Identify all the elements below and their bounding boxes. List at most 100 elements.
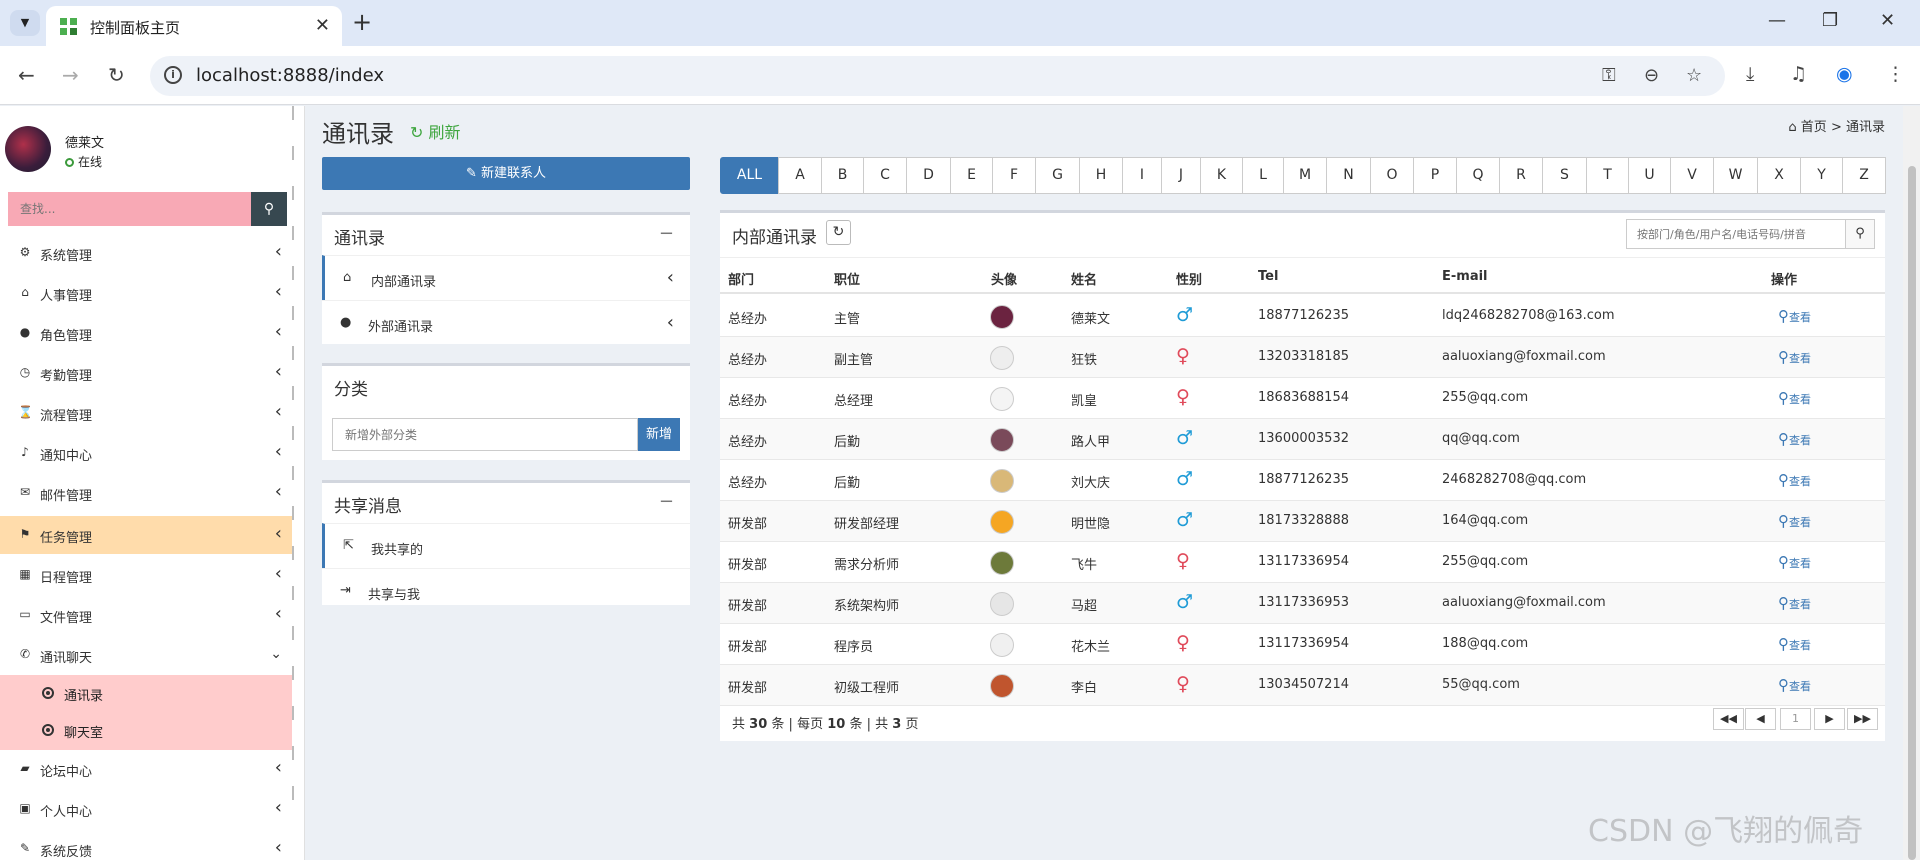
- letter-filter-f[interactable]: F: [992, 157, 1036, 194]
- browser-tab[interactable]: 控制面板主页 ✕: [46, 6, 342, 46]
- more-menu-icon[interactable]: ⋮: [1886, 63, 1905, 85]
- view-link[interactable]: ⚲查看: [1778, 430, 1811, 448]
- restore-icon[interactable]: ❐: [1822, 10, 1838, 31]
- prev-page-icon[interactable]: ◀: [1745, 708, 1776, 730]
- letter-filter-o[interactable]: O: [1370, 157, 1414, 194]
- my-shared-item[interactable]: ⇱ 我共享的: [322, 523, 690, 568]
- scrollbar-thumb[interactable]: [1908, 166, 1916, 860]
- sidebar-item-files[interactable]: ▭ 文件管理 ‹: [0, 596, 292, 634]
- external-contacts-item[interactable]: ● 外部通讯录 ‹: [322, 300, 690, 345]
- view-link[interactable]: ⚲查看: [1778, 389, 1811, 407]
- letter-filter-v[interactable]: V: [1670, 157, 1714, 194]
- view-link[interactable]: ⚲查看: [1778, 635, 1811, 653]
- breadcrumb-home[interactable]: 首页: [1801, 120, 1827, 135]
- sidebar-item-personal[interactable]: ▣ 个人中心 ‹: [0, 790, 292, 828]
- shared-with-me-item[interactable]: ⇥ 共享与我: [322, 568, 690, 606]
- letter-filter-x[interactable]: X: [1757, 157, 1801, 194]
- current-page[interactable]: 1: [1780, 708, 1811, 730]
- back-icon[interactable]: ←: [18, 63, 35, 87]
- minimize-icon[interactable]: —: [1768, 10, 1786, 31]
- letter-filter-r[interactable]: R: [1499, 157, 1543, 194]
- view-link[interactable]: ⚲查看: [1778, 471, 1811, 489]
- sidebar-item-tasks[interactable]: ⚑ 任务管理 ‹: [0, 516, 292, 554]
- letter-filter-a[interactable]: A: [778, 157, 822, 194]
- tab-search-button[interactable]: ▼: [10, 10, 40, 36]
- letter-filter-p[interactable]: P: [1413, 157, 1457, 194]
- zoom-icon[interactable]: ⊖: [1644, 65, 1659, 86]
- letter-filter-i[interactable]: I: [1122, 157, 1162, 194]
- add-category-button[interactable]: 新增: [638, 418, 680, 451]
- last-page-icon[interactable]: ▶▶: [1847, 708, 1878, 730]
- view-link[interactable]: ⚲查看: [1778, 512, 1811, 530]
- sidebar-item-hr[interactable]: ⌂ 人事管理 ‹: [0, 274, 292, 312]
- window-close-icon[interactable]: ✕: [1880, 10, 1895, 31]
- first-page-icon[interactable]: ◀◀: [1713, 708, 1744, 730]
- bookmark-star-icon[interactable]: ☆: [1686, 65, 1702, 86]
- sidebar-scrollbar[interactable]: [291, 106, 295, 860]
- letter-filter-b[interactable]: B: [821, 157, 864, 194]
- collapse-minus-icon[interactable]: −: [659, 223, 674, 244]
- view-link[interactable]: ⚲查看: [1778, 307, 1811, 325]
- new-category-input[interactable]: [332, 418, 638, 451]
- table-refresh-icon[interactable]: ↻: [826, 220, 851, 245]
- sidebar-item-chat[interactable]: ✆ 通讯聊天 ⌄: [0, 636, 292, 674]
- forward-icon[interactable]: →: [62, 63, 79, 87]
- search-icon[interactable]: ⚲: [251, 192, 287, 226]
- sidebar-item-system[interactable]: ⚙ 系统管理 ‹: [0, 234, 292, 272]
- tab-close-icon[interactable]: ✕: [315, 15, 330, 36]
- sidebar-item-label: 系统管理: [40, 249, 93, 264]
- view-link[interactable]: ⚲查看: [1778, 676, 1811, 694]
- view-link[interactable]: ⚲查看: [1778, 594, 1811, 612]
- reload-icon[interactable]: ↻: [108, 63, 125, 87]
- letter-filter-l[interactable]: L: [1242, 157, 1284, 194]
- profile-icon[interactable]: ◉: [1836, 63, 1853, 85]
- sidebar-item-schedule[interactable]: ▦ 日程管理 ‹: [0, 556, 292, 594]
- table-search-input[interactable]: [1626, 219, 1846, 249]
- url-text[interactable]: localhost:8888/index: [196, 65, 384, 86]
- view-link[interactable]: ⚲查看: [1778, 553, 1811, 571]
- page-scrollbar[interactable]: [1903, 106, 1920, 860]
- internal-contacts-item[interactable]: ⌂ 内部通讯录 ‹: [322, 255, 690, 300]
- letter-filter-all[interactable]: ALL: [720, 157, 779, 194]
- letter-filter-t[interactable]: T: [1586, 157, 1629, 194]
- password-key-icon[interactable]: ⚿: [1602, 65, 1616, 86]
- letter-filter-g[interactable]: G: [1035, 157, 1080, 194]
- letter-filter-k[interactable]: K: [1200, 157, 1243, 194]
- home-icon[interactable]: ⌂: [1788, 120, 1796, 135]
- letter-filter-m[interactable]: M: [1283, 157, 1327, 194]
- url-omnibox[interactable]: i localhost:8888/index ⚿ ⊖ ☆: [150, 56, 1725, 96]
- letter-filter-d[interactable]: D: [906, 157, 951, 194]
- pagination-info: 共 30 条 | 每页 10 条 | 共 3 页: [732, 717, 919, 732]
- sidebar-item-forum[interactable]: ▰ 论坛中心 ‹: [0, 750, 292, 788]
- refresh-link[interactable]: ↻ 刷新: [410, 119, 461, 143]
- sidebar-item-process[interactable]: ⌛ 流程管理 ‹: [0, 394, 292, 432]
- media-icon[interactable]: ♫: [1790, 63, 1807, 85]
- sidebar-subitem-contacts[interactable]: 通讯录: [0, 675, 292, 712]
- letter-filter-n[interactable]: N: [1326, 157, 1371, 194]
- sidebar-subitem-chatroom[interactable]: 聊天室: [0, 712, 292, 749]
- download-icon[interactable]: ⤓: [1746, 63, 1754, 85]
- sidebar-item-attendance[interactable]: ◷ 考勤管理 ‹: [0, 354, 292, 392]
- letter-filter-z[interactable]: Z: [1842, 157, 1886, 194]
- site-info-icon[interactable]: i: [164, 66, 182, 84]
- sidebar-search-input[interactable]: [8, 192, 251, 226]
- letter-filter-c[interactable]: C: [863, 157, 907, 194]
- sidebar-item-mail[interactable]: ✉ 邮件管理 ‹: [0, 474, 292, 512]
- view-link[interactable]: ⚲查看: [1778, 348, 1811, 366]
- letter-filter-q[interactable]: Q: [1456, 157, 1500, 194]
- sidebar-item-notice[interactable]: ♪ 通知中心 ‹: [0, 434, 292, 472]
- letter-filter-h[interactable]: H: [1079, 157, 1123, 194]
- sidebar-item-feedback[interactable]: ✎ 系统反馈 ‹: [0, 830, 292, 860]
- sidebar-item-roles[interactable]: ● 角色管理 ‹: [0, 314, 292, 352]
- new-tab-icon[interactable]: +: [352, 8, 372, 36]
- letter-filter-w[interactable]: W: [1713, 157, 1758, 194]
- letter-filter-y[interactable]: Y: [1800, 157, 1843, 194]
- next-page-icon[interactable]: ▶: [1814, 708, 1845, 730]
- collapse-minus-icon[interactable]: −: [659, 491, 674, 512]
- letter-filter-s[interactable]: S: [1542, 157, 1587, 194]
- letter-filter-u[interactable]: U: [1628, 157, 1671, 194]
- letter-filter-e[interactable]: E: [950, 157, 993, 194]
- letter-filter-j[interactable]: J: [1161, 157, 1201, 194]
- new-contact-button[interactable]: ✎ 新建联系人: [322, 157, 690, 190]
- search-icon[interactable]: ⚲: [1845, 219, 1875, 249]
